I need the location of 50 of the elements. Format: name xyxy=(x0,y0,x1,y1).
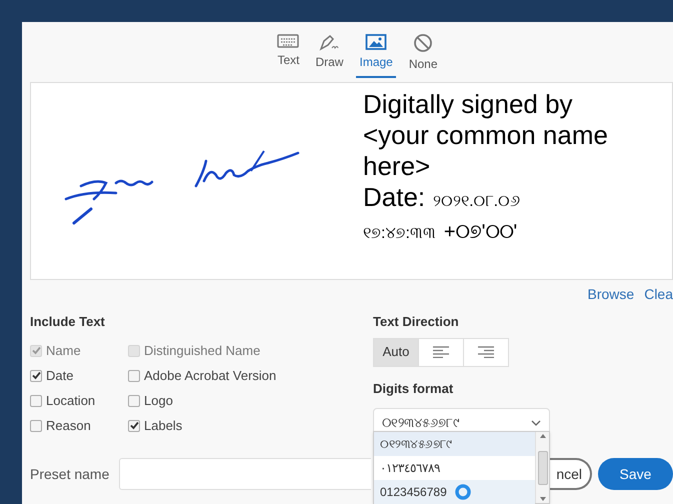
align-right-icon xyxy=(478,346,494,358)
date-value: ୨୦୨୧.୦୮.୦୬ xyxy=(433,192,520,212)
checkbox-label: Adobe Acrobat Version xyxy=(144,366,276,385)
spinner-icon xyxy=(454,484,471,500)
chevron-down-icon xyxy=(531,420,541,426)
checkbox-label: Distinguished Name xyxy=(144,342,260,360)
dropdown-option[interactable]: 0123456789 xyxy=(374,480,535,504)
align-left-icon xyxy=(433,346,449,358)
section-title: Include Text xyxy=(30,313,106,331)
date-label: Date: xyxy=(363,182,426,213)
mode-tab[interactable]: Text xyxy=(274,30,302,78)
checkbox[interactable] xyxy=(30,420,42,432)
signature-text: Digitally signed by xyxy=(363,89,574,120)
scroll-down-icon[interactable] xyxy=(540,497,546,501)
signature-text: here> xyxy=(363,151,432,182)
checkbox-label: Reason xyxy=(46,416,91,435)
cancel-button[interactable]: ncel xyxy=(550,458,592,490)
checkbox[interactable] xyxy=(30,370,42,382)
checkbox[interactable] xyxy=(128,370,140,382)
checkbox-label: Date xyxy=(46,366,74,385)
text-direction-right-button[interactable] xyxy=(463,338,509,366)
preset-name-label: Preset name xyxy=(30,464,110,484)
checkbox[interactable] xyxy=(128,420,140,432)
scrollbar[interactable] xyxy=(535,432,549,503)
time-value: ୧୭:୪୭:୩୩ xyxy=(363,224,436,244)
checkbox-label: Labels xyxy=(144,416,182,435)
time-offset: +୦୭'୦୦' xyxy=(444,220,518,245)
preset-name-field[interactable] xyxy=(119,458,372,490)
link[interactable]: Clea xyxy=(644,284,673,304)
keyboard-icon xyxy=(277,33,300,49)
image-icon xyxy=(365,33,388,51)
save-button[interactable]: Save xyxy=(598,458,673,490)
checkbox-label: Name xyxy=(46,342,81,360)
mode-tab[interactable]: None xyxy=(406,30,441,78)
scroll-up-icon[interactable] xyxy=(540,434,546,438)
link[interactable]: Browse xyxy=(588,284,634,304)
checkbox-label: Location xyxy=(46,392,96,410)
signature-text: <your common name xyxy=(363,120,608,151)
section-title: Digits format xyxy=(373,380,454,398)
mode-tab[interactable]: Draw xyxy=(312,30,346,78)
checkbox-label: Logo xyxy=(144,392,173,410)
section-title: Text Direction xyxy=(373,313,460,331)
checkbox[interactable] xyxy=(128,394,140,406)
pen-icon xyxy=(318,33,340,51)
dropdown-option[interactable]: ୦୧୨୩୪୫୬୭୮୯ xyxy=(374,432,535,456)
mode-tab[interactable]: Image xyxy=(356,30,396,78)
prohibited-icon xyxy=(413,33,434,53)
checkbox[interactable] xyxy=(30,394,42,406)
text-direction-left-button[interactable] xyxy=(418,338,464,366)
text-direction-auto-button[interactable]: Auto xyxy=(373,338,419,366)
